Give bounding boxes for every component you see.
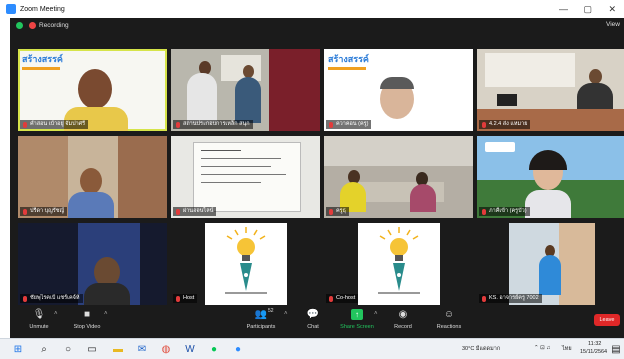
participant-name-tag: ควาคอน (ครู) bbox=[326, 120, 372, 129]
status-bar: Recording View bbox=[10, 18, 624, 32]
video-camera-icon: ■ bbox=[83, 309, 91, 320]
share-screen-icon: ↑ bbox=[351, 309, 363, 320]
video-tile-7[interactable]: ครูธุ bbox=[324, 136, 473, 218]
system-tray-icons[interactable]: ⌃ ⊡ ♫ bbox=[534, 345, 550, 351]
video-tile-1[interactable]: สร้างสรรค์ คำสอน เบ้าอยู่ จัมปาศรี bbox=[18, 49, 167, 131]
lightbulb-pen-logo bbox=[205, 223, 287, 305]
security-shield-icon[interactable] bbox=[16, 21, 23, 29]
participant-name-tag: ภาคีเข้า (ครูบัว) bbox=[479, 207, 530, 216]
record-icon: ◉ bbox=[398, 309, 408, 320]
video-tile-2[interactable]: สถานประกอบการเหล็ก สนุก bbox=[171, 49, 320, 131]
video-tile-6[interactable]: ผ่านออนไลน์ bbox=[171, 136, 320, 218]
maximize-icon[interactable]: ▢ bbox=[583, 4, 592, 15]
search-icon[interactable]: ⌕ bbox=[38, 343, 50, 355]
participant-name-tag: คำสอน เบ้าอยู่ จัมปาศรี bbox=[20, 120, 89, 129]
task-view-icon[interactable]: ▭ bbox=[86, 343, 98, 355]
share-options-chevron-icon[interactable]: ˄ bbox=[374, 311, 378, 317]
line-app-icon[interactable]: ● bbox=[208, 343, 220, 355]
chat-bubble-icon: 💬 bbox=[306, 309, 320, 320]
minimize-icon[interactable]: — bbox=[559, 4, 568, 14]
video-tile-9[interactable]: ชัยพุไรคเป้ แชร์เคจ์ห้ bbox=[18, 223, 167, 305]
video-tile-12[interactable]: KS. อาจารย์ครู 7002 bbox=[477, 223, 624, 305]
meeting-area: Recording View สร้างสรรค์ คำสอน เบ้าอยู่… bbox=[10, 18, 624, 338]
participant-name-tag: ครูธุ bbox=[326, 207, 349, 216]
mail-icon[interactable]: ✉ bbox=[136, 343, 148, 355]
participant-name-tag: Co-host bbox=[326, 294, 359, 303]
brand-logo: สร้างสรรค์ bbox=[328, 52, 374, 70]
close-icon[interactable]: ✕ bbox=[608, 4, 616, 15]
mic-muted-icon bbox=[23, 121, 27, 128]
participant-name-tag: 4.2.4 ส่ง แหมาย bbox=[479, 120, 531, 129]
cortana-circle-icon[interactable]: ○ bbox=[62, 343, 74, 355]
lightbulb-pen-icon bbox=[225, 227, 267, 294]
participant-count-badge: 52 bbox=[268, 308, 274, 314]
windows-start-icon[interactable]: ⊞ bbox=[12, 343, 24, 355]
window-title: Zoom Meeting bbox=[20, 5, 65, 13]
lightbulb-pen-icon bbox=[378, 227, 420, 294]
file-explorer-icon[interactable]: ▬ bbox=[112, 343, 124, 355]
chrome-icon[interactable]: ◍ bbox=[160, 343, 172, 355]
weather-text[interactable]: 30°C มีแดดมาก bbox=[462, 345, 500, 353]
participants-options-chevron-icon[interactable]: ˄ bbox=[284, 311, 288, 317]
clock-time[interactable]: 11:32 bbox=[588, 341, 601, 347]
recording-label: Recording bbox=[39, 21, 69, 29]
whiteboard-background bbox=[221, 55, 261, 81]
video-tile-10[interactable]: Host bbox=[171, 223, 320, 305]
audio-options-chevron-icon[interactable]: ˄ bbox=[54, 311, 58, 317]
mic-off-icon: 🎙 bbox=[32, 309, 46, 320]
participant-name-tag: ปรีดา บุญรัชญ์ bbox=[20, 207, 68, 216]
reactions-smiley-icon: ☺ bbox=[443, 309, 455, 320]
zoom-app-icon[interactable]: ● bbox=[232, 343, 244, 355]
participants-icon: 👥 bbox=[254, 309, 268, 320]
view-button[interactable]: View bbox=[606, 21, 620, 28]
participant-head bbox=[78, 69, 112, 109]
participant-name-tag: Host bbox=[173, 294, 198, 303]
participant-name-tag: ชัยพุไรคเป้ แชร์เคจ์ห้ bbox=[20, 294, 83, 303]
participant-name-tag: KS. อาจารย์ครู 7002 bbox=[479, 294, 542, 303]
video-tile-8[interactable]: ภาคีเข้า (ครูบัว) bbox=[477, 136, 624, 218]
input-language[interactable]: ไทย bbox=[562, 345, 572, 353]
lightbulb-pen-logo bbox=[358, 223, 440, 305]
brand-logo: สร้างสรรค์ bbox=[22, 52, 68, 70]
zoom-logo-icon bbox=[6, 4, 16, 14]
video-tile-11[interactable]: Co-host bbox=[324, 223, 473, 305]
video-tile-5[interactable]: ปรีดา บุญรัชญ์ bbox=[18, 136, 167, 218]
red-fabric-background bbox=[269, 49, 320, 131]
window-titlebar: Zoom Meeting — ▢ ✕ bbox=[0, 0, 624, 18]
whiteboard bbox=[193, 142, 301, 212]
video-tile-4[interactable]: 4.2.4 ส่ง แหมาย bbox=[477, 49, 624, 131]
clock-date[interactable]: 15/11/2564 bbox=[580, 349, 607, 355]
recording-dot-icon bbox=[29, 21, 36, 29]
video-tile-3[interactable]: สร้างสรรค์ ควาคอน (ครู) bbox=[324, 49, 473, 131]
chat-button[interactable]: 💬 Chat bbox=[288, 309, 338, 337]
notifications-icon[interactable]: ▤ bbox=[610, 343, 622, 355]
leave-button[interactable]: Leave bbox=[594, 314, 620, 326]
video-options-chevron-icon[interactable]: ˄ bbox=[104, 311, 108, 317]
word-icon[interactable]: W bbox=[184, 343, 196, 355]
participant-name-tag: ผ่านออนไลน์ bbox=[173, 207, 217, 216]
participants-button[interactable]: 👥 Participants bbox=[236, 309, 286, 337]
meeting-toolbar: 🎙 Unmute ˄ ■ Stop Video ˄ 👥 Participants… bbox=[10, 306, 624, 338]
windows-taskbar: ⊞ ⌕ ○ ▭ ▬ ✉ ◍ W ● ● 30°C มีแดดมาก ⌃ ⊡ ♫ … bbox=[0, 338, 624, 359]
reactions-button[interactable]: ☺ Reactions bbox=[424, 309, 474, 337]
record-button[interactable]: ◉ Record bbox=[378, 309, 428, 337]
participant-name-tag: สถานประกอบการเหล็ก สนุก bbox=[173, 120, 253, 129]
